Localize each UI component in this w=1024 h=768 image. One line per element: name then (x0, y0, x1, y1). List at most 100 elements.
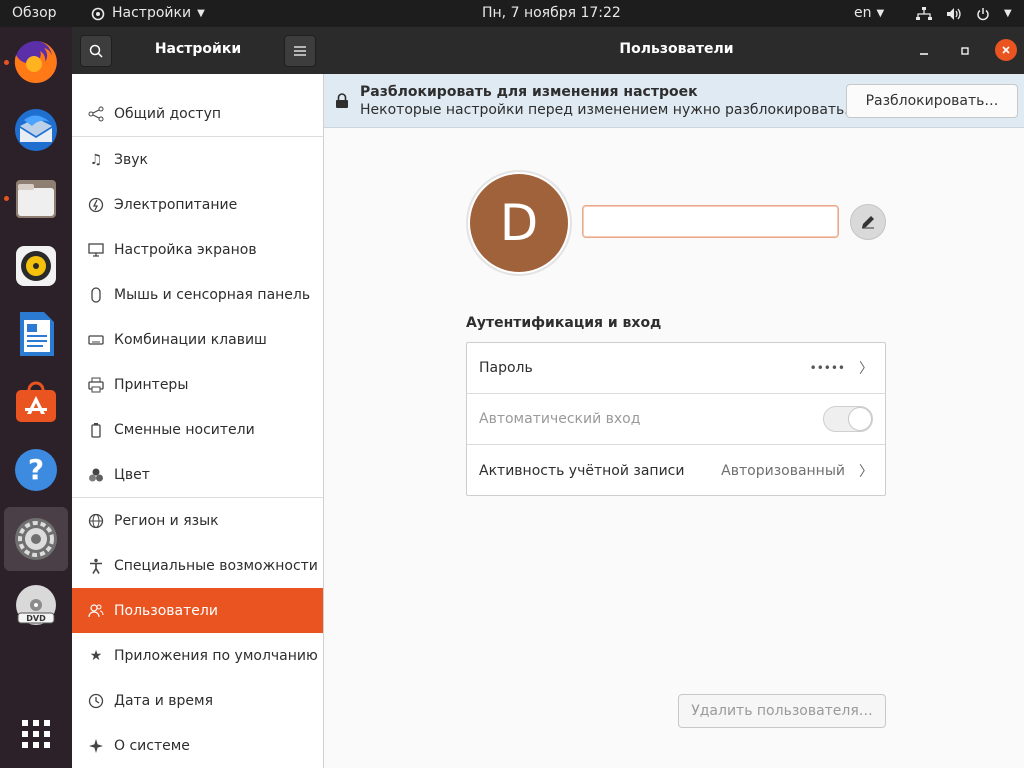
chevron-down-icon: ▼ (197, 8, 205, 19)
dock-help[interactable]: ? (4, 438, 68, 502)
system-menu[interactable]: ▼ (916, 0, 1012, 27)
volume-icon (947, 7, 961, 20)
hamburger-icon (294, 46, 306, 56)
sidebar-item-label: Регион и язык (114, 512, 219, 529)
dock-settings[interactable] (4, 507, 68, 571)
sparkle-icon (86, 736, 106, 756)
sidebar-item-power[interactable]: Электропитание (72, 182, 323, 227)
keyboard-icon (86, 330, 106, 350)
sidebar-item-sound[interactable]: ♫ Звук (72, 137, 323, 182)
clock[interactable]: Пн, 7 ноября 17:22 (482, 0, 621, 27)
sidebar-item-region[interactable]: Регион и язык (72, 498, 323, 543)
auth-section-title: Аутентификация и вход (466, 315, 662, 331)
close-button[interactable] (995, 39, 1017, 61)
dock-firefox[interactable] (4, 30, 68, 94)
clock-icon (86, 691, 106, 711)
sidebar-item-sharing[interactable]: Общий доступ (72, 91, 323, 136)
show-apps-button[interactable] (4, 702, 68, 766)
sidebar-item-users[interactable]: Пользователи (72, 588, 323, 633)
password-row[interactable]: Пароль ••••• 〉 (467, 343, 885, 394)
share-icon (86, 104, 106, 124)
sidebar-item-removable-media[interactable]: Сменные носители (72, 407, 323, 452)
sidebar-item-label: Настройка экранов (114, 241, 257, 258)
password-value: ••••• (809, 361, 845, 375)
accessibility-icon (86, 556, 106, 576)
pencil-icon (862, 216, 874, 229)
software-icon (16, 381, 56, 422)
sidebar-item-color[interactable]: Цвет (72, 452, 323, 497)
main-header: Пользователи (324, 27, 1024, 74)
sidebar-item-keyboard[interactable]: Комбинации клавиш (72, 317, 323, 362)
avatar-letter: D (499, 194, 539, 252)
chevron-down-icon: ▼ (1004, 8, 1012, 19)
mouse-icon (86, 285, 106, 305)
remove-user-button[interactable]: Удалить пользователя… (678, 694, 886, 728)
language-indicator[interactable]: en ▼ (854, 0, 884, 27)
settings-gear-icon (91, 7, 105, 20)
rhythmbox-icon (16, 246, 56, 286)
sidebar-item-label: Общий доступ (114, 105, 222, 122)
sidebar-item-displays[interactable]: Настройка экранов (72, 227, 323, 272)
chevron-right-icon: 〉 (859, 361, 873, 377)
dock: ? DVD (0, 27, 72, 768)
sidebar-item-label: О системе (114, 737, 190, 754)
users-icon (86, 601, 106, 621)
dock-files[interactable] (4, 166, 68, 230)
autologin-toggle[interactable] (823, 406, 873, 432)
top-bar: Обзор Настройки ▼ Пн, 7 ноября 17:22 en … (0, 0, 1024, 27)
unlock-button[interactable]: Разблокировать… (846, 84, 1018, 118)
sidebar-item-label: Электропитание (114, 196, 238, 213)
close-icon (1002, 46, 1010, 54)
sidebar-item-label: Мышь и сенсорная панель (114, 286, 311, 303)
printer-icon (86, 375, 106, 395)
sidebar-item-mouse[interactable]: Мышь и сенсорная панель (72, 272, 323, 317)
sidebar-item-default-apps[interactable]: ★ Приложения по умолчанию (72, 633, 323, 678)
sidebar-header: Настройки (72, 27, 324, 74)
settings-icon (15, 518, 57, 560)
app-menu-label: Настройки (112, 5, 192, 21)
files-icon (16, 180, 56, 218)
globe-icon (86, 511, 106, 531)
dock-thunderbird[interactable] (4, 98, 68, 162)
app-menu[interactable]: Настройки ▼ (90, 0, 205, 27)
menu-button[interactable] (284, 35, 316, 67)
infobar-subtitle: Некоторые настройки перед изменением нуж… (360, 102, 849, 118)
dock-rhythmbox[interactable] (4, 234, 68, 298)
power-icon (86, 195, 106, 215)
activities-button[interactable]: Обзор (12, 0, 57, 27)
sidebar-item-about[interactable]: О системе (72, 723, 323, 768)
sidebar-item-label: Пользователи (114, 602, 218, 619)
autologin-row[interactable]: Автоматический вход (467, 394, 885, 445)
color-icon (86, 465, 106, 485)
dock-writer[interactable] (4, 302, 68, 366)
chevron-right-icon: 〉 (859, 463, 873, 480)
maximize-icon (961, 47, 969, 55)
power-icon (977, 7, 989, 20)
chevron-down-icon: ▼ (876, 8, 885, 19)
sidebar-item-label: Сменные носители (114, 421, 255, 438)
dock-software[interactable] (4, 370, 68, 434)
sidebar-item-printers[interactable]: Принтеры (72, 362, 323, 407)
sidebar-item-label: Цвет (114, 466, 150, 483)
dock-dvd[interactable]: DVD (4, 575, 68, 639)
sidebar-item-label: Звук (114, 151, 148, 168)
edit-name-button[interactable] (850, 204, 886, 240)
network-icon (916, 6, 932, 20)
minimize-button[interactable] (914, 41, 934, 61)
avatar-circle: D (470, 174, 568, 272)
star-icon: ★ (89, 647, 103, 664)
maximize-button[interactable] (955, 41, 975, 61)
sidebar-item-label: Специальные возможности (114, 557, 318, 574)
sidebar-item-accessibility[interactable]: Специальные возможности (72, 543, 323, 588)
avatar[interactable]: D (466, 170, 572, 276)
language-label: en (854, 5, 872, 21)
minimize-icon (920, 53, 928, 55)
account-activity-row[interactable]: Активность учётной записи Авторизованный… (467, 445, 885, 496)
username-field[interactable] (582, 205, 839, 238)
activity-label: Активность учётной записи (479, 462, 685, 479)
sidebar-item-date-time[interactable]: Дата и время (72, 678, 323, 723)
activity-value: Авторизованный (721, 462, 845, 479)
unlock-infobar: Разблокировать для изменения настроек Не… (324, 74, 1024, 128)
autologin-label: Автоматический вход (479, 411, 641, 427)
users-panel: D Аутентификация и вход Пароль ••••• 〉 А… (324, 128, 1024, 768)
